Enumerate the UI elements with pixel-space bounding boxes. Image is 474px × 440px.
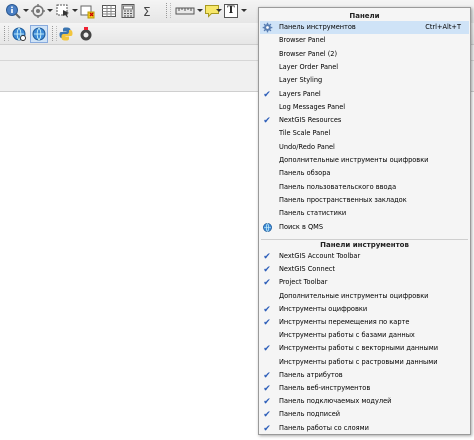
text-annotation-label: T [227,5,235,16]
menu-item[interactable]: ✔ Инструменты работы с векторными данными [260,342,469,355]
text-annotation-icon[interactable]: T [222,2,240,20]
menu-item-label: Панель атрибутов [279,370,343,379]
menu-item-label: Layer Order Panel [279,62,339,71]
checkmark-icon: ✔ [263,370,271,381]
menu-item-label: Инструменты работы с растровыми данными [279,357,438,366]
menu-item-label: Дополнительные инструменты оцифровки [279,291,429,300]
pan-map-icon[interactable] [29,2,47,20]
menu-item-label: Панель пользовательского ввода [279,182,397,191]
menu-item[interactable]: Дополнительные инструменты оцифровки [260,154,469,167]
menu-item[interactable]: Browser Panel (2) [260,48,469,61]
toolbar-handle[interactable] [166,3,171,18]
menu-item[interactable]: Browser Panel [260,34,469,47]
qms-web-icon[interactable] [30,25,48,43]
menu-item[interactable]: ✔ Панель подключаемых модулей [260,395,469,408]
menu-item-label: Панель статистики [279,209,347,218]
menu-item[interactable]: Панель пользовательского ввода [260,181,469,194]
checkmark-icon: ✔ [263,304,271,315]
menu-item-label: Инструменты работы с векторными данными [279,344,439,353]
menu-item-label: Project Toolbar [279,278,328,287]
menu-item[interactable]: Tile Scale Panel [260,127,469,140]
statistics-icon[interactable]: Σ [140,2,158,20]
gear-icon [262,22,273,33]
menu-item-label: Панель пространственных закладок [279,195,407,204]
menu-item[interactable]: ✔ Инструменты перемещения по карте [260,316,469,329]
menu-item-label: Browser Panel (2) [279,49,338,58]
menu-item-label: Browser Panel [279,36,326,45]
plugin-icon[interactable] [77,25,95,43]
menu-item[interactable]: Undo/Redo Panel [260,141,469,154]
menu-item-label: Layer Styling [279,76,323,85]
menu-item-label: Инструменты работы с базами данных [279,331,415,340]
menu-item-label: Панель обзора [279,169,331,178]
menu-item-shortcut: Ctrl+Alt+T [425,23,461,31]
text-annotation-dropdown-icon[interactable] [241,9,247,12]
menu-item[interactable]: ✔ Панель веб-инструментов [260,382,469,395]
panels-context-menu: Панели Панель инструментов Ctrl+Alt+T Brow… [258,7,471,435]
menu-item-label: Tile Scale Panel [279,129,331,138]
menu-item[interactable]: Поиск в QMS [260,221,469,234]
checkmark-icon: ✔ [263,116,271,127]
checkmark-icon: ✔ [263,397,271,408]
menu-item[interactable]: Дополнительные инструменты оцифровки [260,290,469,303]
menu-item[interactable]: Инструменты работы с базами данных [260,329,469,342]
menu-item[interactable]: ✔ Панель подписей [260,408,469,421]
checkmark-icon: ✔ [263,410,271,421]
open-attribute-table-icon[interactable] [100,2,118,20]
menu-item[interactable]: ✔ NextGIS Resources [260,114,469,127]
toolbar-handle[interactable] [4,26,9,41]
menu-item[interactable]: ✔ Project Toolbar [260,276,469,289]
deselect-icon[interactable] [78,2,96,20]
menu-item[interactable]: Панель инструментов Ctrl+Alt+T [260,21,469,35]
menu-item-label: Log Messages Panel [279,102,346,111]
menu-item[interactable]: ✔ Панель атрибутов [260,369,469,382]
checkmark-icon: ✔ [263,278,271,289]
pan-dropdown-icon[interactable] [47,9,53,12]
identify-icon[interactable] [4,2,22,20]
menu-item-label: Дополнительные инструменты оцифровки [279,156,429,164]
menu-item-label: Поиск в QMS [279,222,324,231]
menu-item-label: Панель подписей [279,410,341,419]
svg-text:Σ: Σ [143,5,151,19]
menu-item-label: Панель работы со слоями [279,423,369,432]
menu-item-label: NextGIS Connect [279,265,335,274]
checkmark-icon: ✔ [263,89,271,100]
menu-item[interactable]: Layer Styling [260,74,469,87]
checkmark-icon: ✔ [263,252,271,262]
checkmark-icon: ✔ [263,318,271,328]
checkmark-icon: ✔ [263,265,271,276]
menu-item-label: Инструменты перемещения по карте [279,318,410,326]
menu-item-label: NextGIS Resources [279,116,342,125]
menu-item[interactable]: ✔ NextGIS Account Toolbar [260,250,469,263]
menu-item-label: Инструменты оцифровки [279,304,368,313]
menu-item[interactable]: ✔ Layers Panel [260,88,469,101]
menu-item-label: Панель веб-инструментов [279,384,371,392]
select-features-icon[interactable] [54,2,72,20]
menu-item[interactable]: Log Messages Panel [260,101,469,114]
menu-item-label: Панель подключаемых модулей [279,397,392,406]
qms-search-icon[interactable] [10,25,28,43]
checkmark-icon: ✔ [263,423,271,434]
menu-item[interactable]: Панель обзора [260,167,469,180]
menu-item-label: Undo/Redo Panel [279,142,335,151]
menu-item[interactable]: ✔ Панель работы со слоями [260,422,469,435]
menu-item-label: NextGIS Account Toolbar [279,252,361,260]
menu-item[interactable]: Layer Order Panel [260,61,469,74]
qms-search-icon [262,222,273,233]
menu-item-label: Панель инструментов [279,23,356,31]
menu-item[interactable]: Панель статистики [260,207,469,220]
menu-item[interactable]: ✔ NextGIS Connect [260,263,469,276]
field-calculator-icon[interactable] [119,2,137,20]
measure-icon[interactable] [174,2,196,20]
checkmark-icon: ✔ [263,384,271,394]
menu-item[interactable]: ✔ Инструменты оцифровки [260,303,469,316]
menu-item[interactable]: Инструменты работы с растровыми данными [260,356,469,369]
checkmark-icon: ✔ [263,344,271,355]
menu-item-label: Layers Panel [279,89,321,98]
menu-item[interactable]: Панель пространственных закладок [260,194,469,207]
python-console-icon[interactable] [57,25,75,43]
